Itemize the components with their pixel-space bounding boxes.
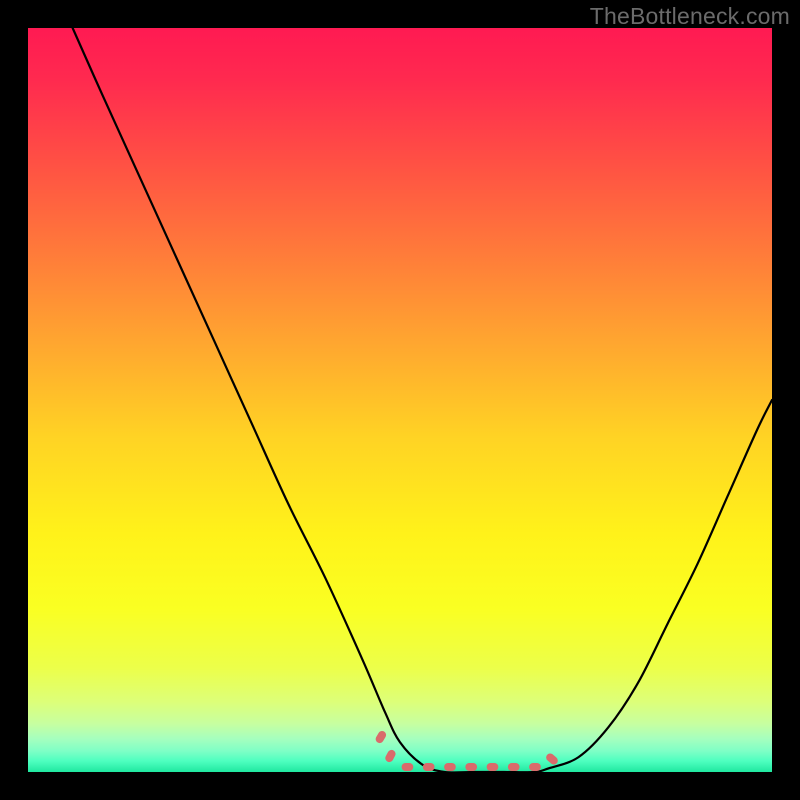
watermark-text: TheBottleneck.com xyxy=(590,3,790,30)
plot-area xyxy=(28,28,772,772)
bottleneck-curve xyxy=(73,28,772,772)
dash-segment xyxy=(508,763,520,771)
chart-frame: TheBottleneck.com xyxy=(0,0,800,800)
dash-segment xyxy=(529,763,541,771)
dash-segment xyxy=(465,763,477,771)
dash-segment xyxy=(444,763,456,771)
curve-layer xyxy=(28,28,772,772)
dash-segment xyxy=(384,748,397,763)
dash-segment xyxy=(487,763,499,771)
dash-segment xyxy=(374,729,387,744)
dash-segment xyxy=(423,763,435,771)
flat-bottom-dashes xyxy=(374,729,559,771)
dash-segment xyxy=(402,763,414,771)
dash-segment xyxy=(545,752,560,766)
